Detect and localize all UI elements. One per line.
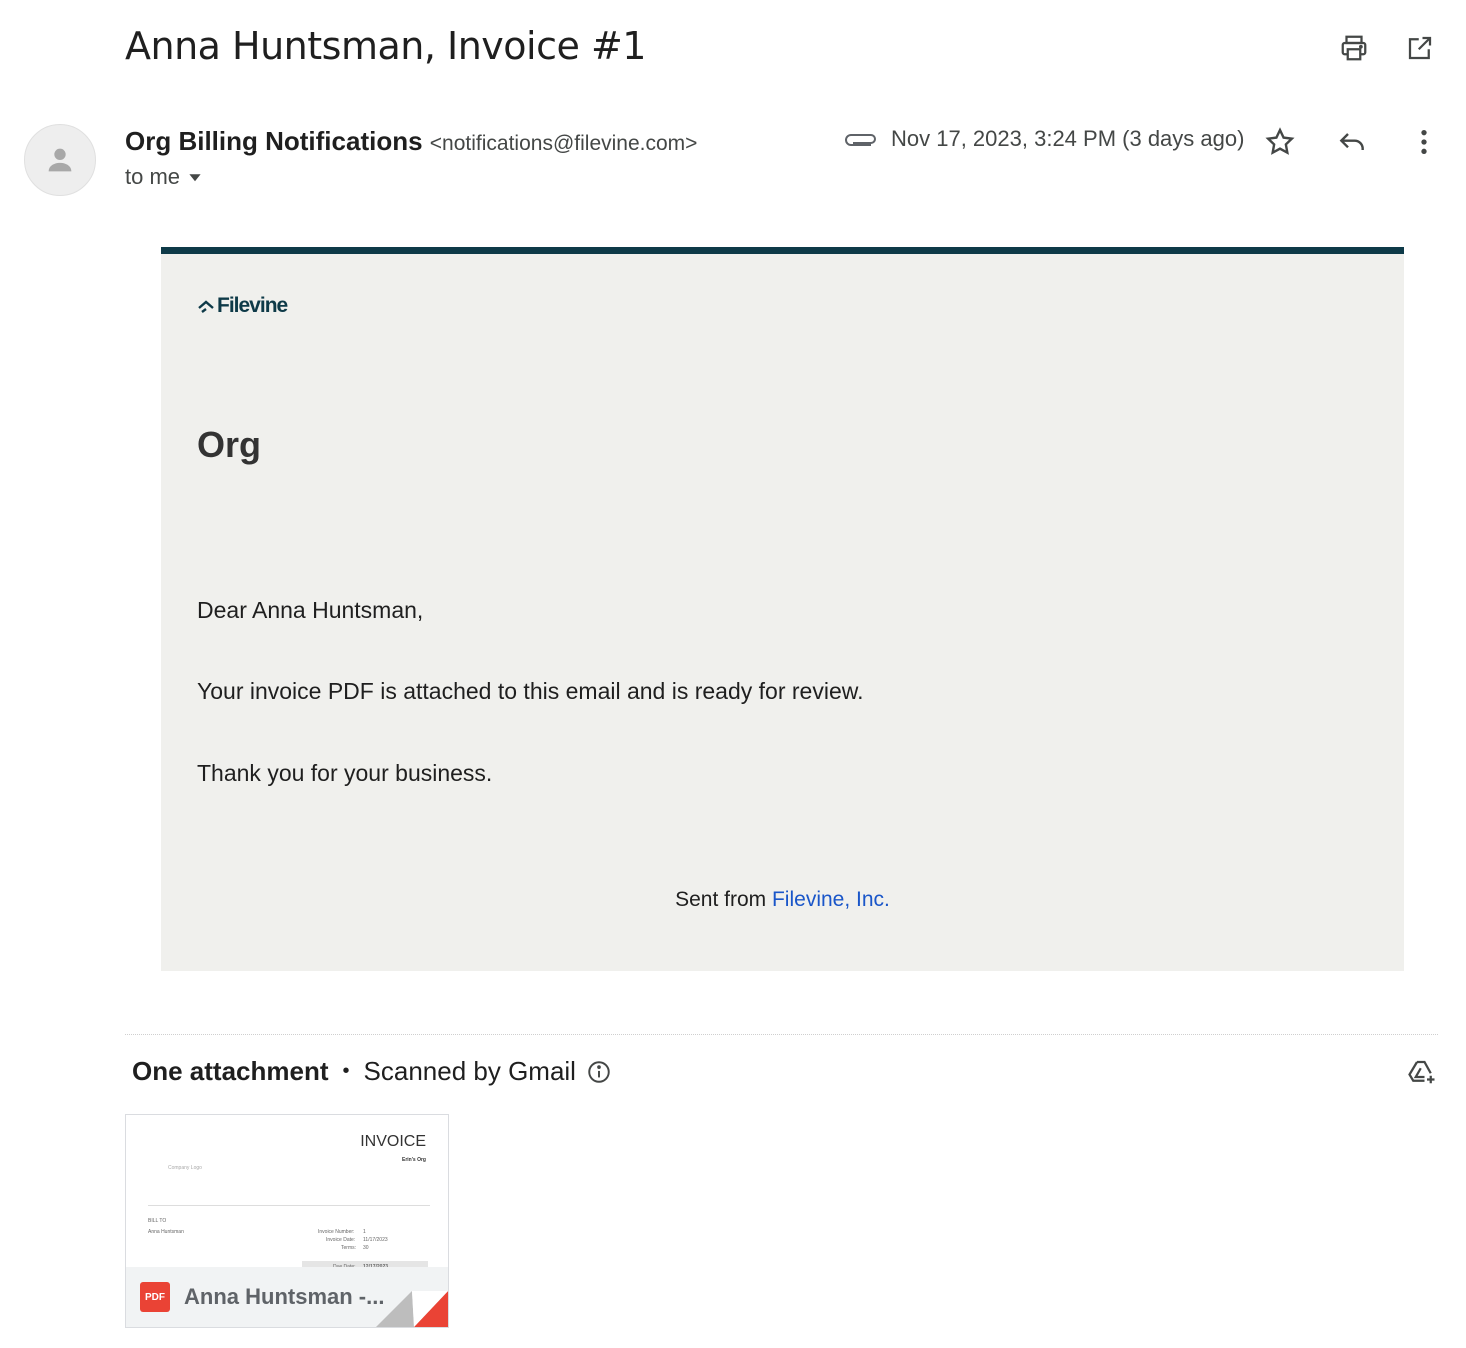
email-body-card: Filevine Org Dear Anna Huntsman, Your in… — [161, 247, 1404, 971]
recipient-label: to me — [125, 164, 181, 189]
brand-name: Filevine — [217, 294, 288, 317]
more-options-button[interactable] — [1406, 124, 1442, 160]
info-button[interactable] — [586, 1059, 612, 1085]
preview-terms-label: Terms: — [341, 1245, 356, 1251]
org-heading: Org — [197, 424, 262, 465]
attachments-title: One attachment — [132, 1056, 329, 1086]
scanned-by-gmail-label: Scanned by Gmail — [363, 1056, 576, 1086]
star-button[interactable] — [1262, 124, 1298, 160]
thanks-text: Thank you for your business. — [197, 760, 493, 786]
page-fold-icon — [376, 1291, 448, 1327]
chevron-up-logo-icon — [198, 300, 214, 313]
attachments-header: One attachment • Scanned by Gmail — [132, 1056, 612, 1087]
sender-avatar[interactable] — [24, 124, 96, 196]
attachment-file-name: Anna Huntsman -... — [184, 1284, 385, 1309]
filevine-logo: Filevine — [197, 294, 288, 318]
preview-invoice-number-label: Invoice Number: — [318, 1229, 355, 1235]
top-actions — [1336, 30, 1438, 66]
person-icon — [48, 148, 72, 172]
message-actions — [1262, 124, 1442, 160]
open-in-new-icon — [1408, 36, 1432, 60]
preview-terms: 30 — [363, 1245, 369, 1251]
print-button[interactable] — [1336, 30, 1372, 66]
invoice-preview: INVOICE Erin's Org Company Logo BILL TO … — [126, 1115, 448, 1275]
preview-invoice-title: INVOICE — [360, 1133, 426, 1150]
attachment-thumbnail[interactable]: INVOICE Erin's Org Company Logo BILL TO … — [125, 1114, 449, 1328]
sender-name[interactable]: Org Billing Notifications — [125, 126, 423, 156]
sender-line: Org Billing Notifications <notifications… — [125, 126, 697, 157]
message-date: Nov 17, 2023, 3:24 PM (3 days ago) — [891, 126, 1245, 151]
add-to-drive-button[interactable] — [1404, 1054, 1440, 1090]
info-icon — [588, 1060, 610, 1083]
caret-down-icon — [189, 174, 201, 182]
footer-prefix: Sent from — [675, 888, 772, 911]
preview-company-logo: Company Logo — [168, 1165, 202, 1171]
star-icon — [1265, 127, 1295, 155]
sender-email: <notifications@filevine.com> — [429, 132, 698, 155]
preview-org: Erin's Org — [402, 1157, 426, 1163]
email-subject: Anna Huntsman, Invoice #1 — [125, 24, 646, 68]
preview-bill-to-label: BILL TO — [148, 1218, 167, 1224]
more-vert-icon — [1421, 130, 1427, 154]
message-meta: Nov 17, 2023, 3:24 PM (3 days ago) — [845, 126, 1244, 152]
paperclip-icon — [845, 134, 876, 146]
filevine-link[interactable]: Filevine, Inc. — [772, 888, 890, 911]
separator-dot: • — [342, 1060, 350, 1082]
reply-icon — [1339, 133, 1364, 150]
preview-invoice-number: 1 — [363, 1229, 366, 1235]
attachments-divider — [125, 1034, 1438, 1035]
preview-bill-to-name: Anna Huntsman — [148, 1229, 184, 1235]
preview-invoice-date-label: Invoice Date: — [326, 1237, 356, 1243]
print-icon — [1341, 35, 1367, 61]
add-to-drive-icon — [1408, 1060, 1435, 1084]
email-footer: Sent from Filevine, Inc. — [161, 888, 1404, 912]
preview-invoice-date: 11/17/2023 — [363, 1237, 388, 1243]
open-in-new-window-button[interactable] — [1402, 30, 1438, 66]
pdf-icon: PDF — [140, 1282, 170, 1312]
recipient-dropdown[interactable]: to me — [125, 164, 202, 190]
reply-button[interactable] — [1334, 124, 1370, 160]
greeting-text: Dear Anna Huntsman, — [197, 597, 424, 623]
preview-rule — [148, 1205, 430, 1206]
message-text: Your invoice PDF is attached to this ema… — [197, 678, 864, 704]
